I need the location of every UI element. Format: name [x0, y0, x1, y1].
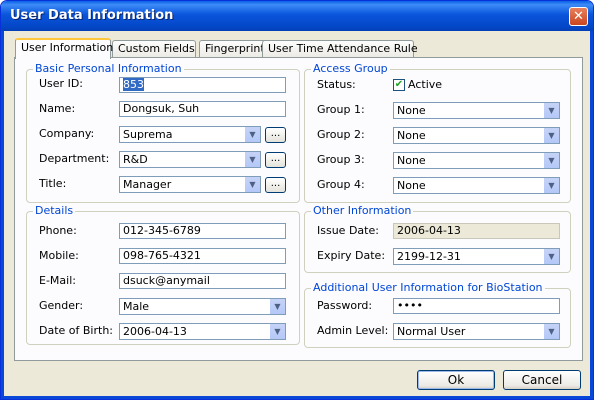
user-id-field[interactable]: 853: [119, 77, 286, 93]
tab-custom-fields[interactable]: Custom Fields: [112, 40, 196, 57]
chevron-down-icon[interactable]: ▼: [269, 299, 285, 314]
dialog-window: User Data Information ✕ User Information…: [0, 0, 594, 400]
password-field[interactable]: ••••: [393, 298, 560, 314]
expiry-date-label: Expiry Date:: [317, 249, 386, 262]
company-label: Company:: [39, 127, 95, 140]
chevron-down-icon[interactable]: ▼: [543, 128, 559, 143]
status-label: Status:: [317, 78, 356, 91]
tab-panel: Basic Personal Information User ID: 853 …: [14, 57, 583, 361]
expiry-date-value: 2199-12-31: [397, 250, 461, 263]
chevron-down-icon[interactable]: ▼: [244, 177, 260, 192]
group4-value: None: [397, 179, 426, 192]
chevron-down-icon[interactable]: ▼: [543, 249, 559, 264]
group3-label: Group 3:: [317, 153, 365, 166]
checkmark-icon: ✔: [394, 79, 404, 90]
window-title: User Data Information: [10, 8, 174, 23]
chevron-down-icon[interactable]: ▼: [543, 153, 559, 168]
gender-label: Gender:: [39, 299, 84, 312]
name-field[interactable]: Dongsuk, Suh: [119, 101, 286, 117]
title-value: Manager: [123, 178, 172, 191]
close-button[interactable]: ✕: [569, 7, 588, 26]
expiry-date-select[interactable]: 2199-12-31 ▼: [393, 248, 560, 265]
gender-select[interactable]: Male ▼: [119, 298, 286, 315]
biostation-group: Additional User Information for BioStati…: [304, 281, 571, 348]
group1-value: None: [397, 104, 426, 117]
company-browse-button[interactable]: ...: [265, 127, 286, 143]
department-browse-button[interactable]: ...: [265, 152, 286, 168]
name-label: Name:: [39, 102, 76, 115]
dob-value: 2006-04-13: [123, 325, 187, 338]
active-checkbox[interactable]: ✔: [393, 79, 405, 91]
title-bar[interactable]: User Data Information ✕: [1, 1, 593, 31]
chevron-down-icon[interactable]: ▼: [244, 127, 260, 142]
phone-field[interactable]: 012-345-6789: [119, 223, 286, 239]
email-field[interactable]: dsuck@anymail: [119, 273, 286, 289]
biostation-legend: Additional User Information for BioStati…: [311, 281, 545, 294]
access-group-legend: Access Group: [311, 62, 390, 75]
admin-level-label: Admin Level:: [317, 324, 389, 337]
chevron-down-icon[interactable]: ▼: [543, 178, 559, 193]
user-id-value: 853: [123, 78, 144, 91]
password-label: Password:: [317, 299, 373, 312]
close-icon: ✕: [573, 9, 584, 24]
group3-value: None: [397, 154, 426, 167]
details-group: Details Phone: 012-345-6789 Mobile: 098-…: [26, 204, 300, 345]
gender-value: Male: [123, 300, 150, 313]
user-id-label: User ID:: [39, 77, 83, 90]
chevron-down-icon[interactable]: ▼: [543, 324, 559, 339]
admin-level-value: Normal User: [397, 325, 466, 338]
issue-date-label: Issue Date:: [317, 224, 379, 237]
email-label: E-Mail:: [39, 274, 76, 287]
dob-select[interactable]: 2006-04-13 ▼: [119, 323, 286, 340]
title-browse-button[interactable]: ...: [265, 177, 286, 193]
basic-info-legend: Basic Personal Information: [33, 62, 184, 75]
other-info-group: Other Information Issue Date: 2006-04-13…: [304, 204, 571, 273]
chevron-down-icon[interactable]: ▼: [269, 324, 285, 339]
active-checkbox-label[interactable]: Active: [408, 78, 442, 91]
issue-date-field: 2006-04-13: [393, 223, 560, 239]
department-select[interactable]: R&D ▼: [119, 151, 261, 168]
group4-label: Group 4:: [317, 178, 365, 191]
access-group: Access Group Status: ✔ Active Group 1: N…: [304, 62, 571, 203]
title-label: Title:: [39, 177, 67, 190]
tab-time-attendance-rule[interactable]: User Time Attendance Rule: [262, 40, 418, 57]
details-legend: Details: [33, 204, 76, 217]
group2-select[interactable]: None ▼: [393, 127, 560, 144]
department-label: Department:: [39, 152, 110, 165]
tab-fingerprint[interactable]: Fingerprint: [199, 40, 269, 57]
group3-select[interactable]: None ▼: [393, 152, 560, 169]
chevron-down-icon[interactable]: ▼: [543, 103, 559, 118]
dob-label: Date of Birth:: [39, 324, 114, 337]
chevron-down-icon[interactable]: ▼: [244, 152, 260, 167]
tab-user-information[interactable]: User Information: [15, 38, 113, 59]
ok-button[interactable]: Ok: [417, 370, 495, 390]
group4-select[interactable]: None ▼: [393, 177, 560, 194]
group2-label: Group 2:: [317, 128, 365, 141]
phone-label: Phone:: [39, 224, 77, 237]
other-info-legend: Other Information: [311, 204, 414, 217]
title-select[interactable]: Manager ▼: [119, 176, 261, 193]
company-value: Suprema: [123, 128, 173, 141]
admin-level-select[interactable]: Normal User ▼: [393, 323, 560, 340]
mobile-label: Mobile:: [39, 249, 79, 262]
group2-value: None: [397, 129, 426, 142]
cancel-button[interactable]: Cancel: [503, 370, 581, 390]
company-select[interactable]: Suprema ▼: [119, 126, 261, 143]
group1-select[interactable]: None ▼: [393, 102, 560, 119]
group1-label: Group 1:: [317, 103, 365, 116]
department-value: R&D: [123, 153, 148, 166]
mobile-field[interactable]: 098-765-4321: [119, 248, 286, 264]
basic-info-group: Basic Personal Information User ID: 853 …: [26, 62, 300, 203]
